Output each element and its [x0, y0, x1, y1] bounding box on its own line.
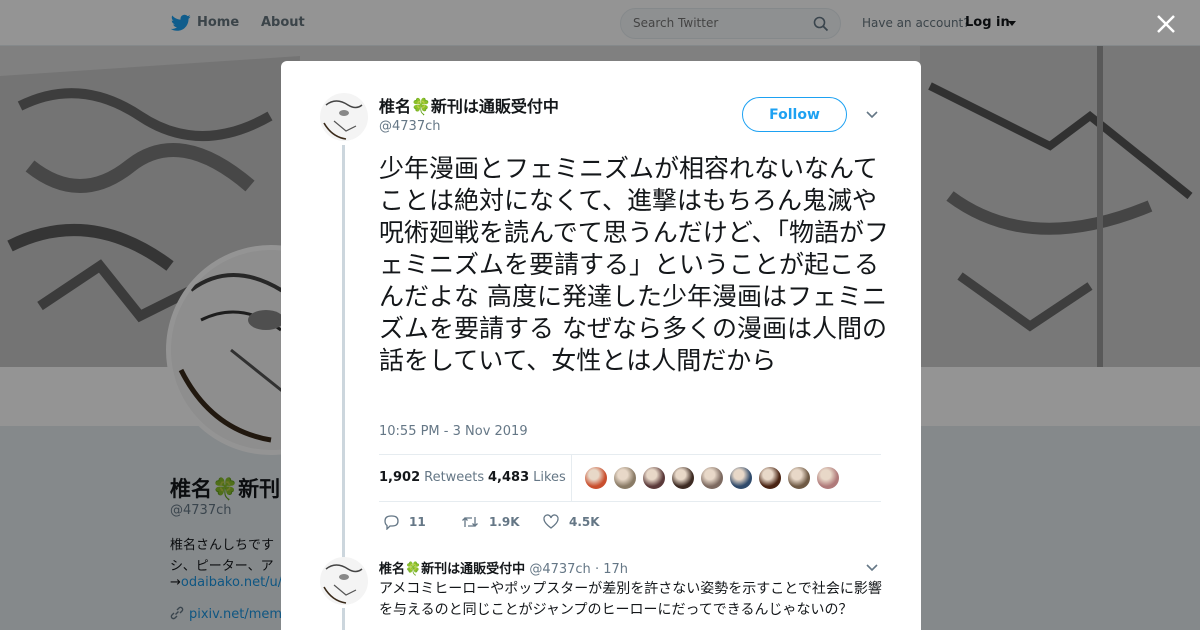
reply-author-handle[interactable]: @4737ch [529, 562, 590, 577]
reply-text: アメコミヒーローやポップスターが差別を許さない姿勢を示すことで社会に影響を与える… [379, 581, 882, 618]
author-handle[interactable]: @4737ch [379, 119, 440, 134]
retweet-stat[interactable]: 1,902 Retweets [379, 470, 484, 485]
reply-count: 11 [409, 515, 426, 529]
reply-icon [384, 515, 399, 531]
reply-author-name[interactable]: 椎名🍀新刊は通販受付中 [379, 562, 525, 577]
reply-author-avatar[interactable] [320, 557, 368, 605]
reply-time[interactable]: 17h [603, 562, 628, 577]
liker-avatar[interactable] [758, 466, 782, 490]
likes-stat-label: Likes [533, 470, 566, 485]
follow-button[interactable]: Follow [742, 97, 847, 132]
heart-icon [543, 514, 559, 529]
chevron-down-icon[interactable] [866, 564, 878, 572]
liker-avatar[interactable] [613, 466, 637, 490]
reply-header: 椎名🍀新刊は通販受付中 @4737ch · 17h [379, 558, 628, 577]
liker-avatar[interactable] [642, 466, 666, 490]
liker-avatar[interactable] [729, 466, 753, 490]
tweet-permalink-modal: 椎名🍀新刊は通販受付中 @4737ch Follow 少年漫画とフェミニズムが相… [281, 61, 921, 630]
retweet-action-count: 1.9K [489, 515, 520, 529]
retweet-icon [462, 517, 478, 527]
liker-avatar[interactable] [787, 466, 811, 490]
author-avatar[interactable] [320, 93, 368, 141]
retweet-action[interactable]: 1.9K [461, 514, 520, 530]
retweet-stat-label: Retweets [424, 470, 485, 485]
tweet-actions: 11 1.9K 4.5K [379, 511, 679, 535]
tweet-stats: 1,902 Retweets 4,483 Likes [379, 454, 881, 502]
close-icon[interactable] [1155, 13, 1177, 35]
liker-avatar[interactable] [816, 466, 840, 490]
liker-avatar[interactable] [584, 466, 608, 490]
tweet-text: 少年漫画とフェミニズムが相容れないなんてことは絶対になくて、進撃はもちろん鬼滅や… [379, 154, 890, 375]
stat-divider [571, 455, 572, 501]
likes-count: 4,483 [488, 470, 530, 485]
tweet-timestamp[interactable]: 10:55 PM - 3 Nov 2019 [379, 424, 528, 439]
liker-avatar[interactable] [700, 466, 724, 490]
chevron-down-icon[interactable] [866, 111, 878, 119]
likes-stat[interactable]: 4,483 Likes [488, 470, 566, 485]
retweet-count: 1,902 [379, 470, 421, 485]
reply-separator: · [594, 562, 600, 577]
thread-line [342, 608, 345, 630]
thread-line [342, 145, 345, 565]
like-action-count: 4.5K [569, 515, 600, 529]
avatar-illustration [320, 93, 368, 141]
avatar-illustration [320, 557, 368, 605]
author-name[interactable]: 椎名🍀新刊は通販受付中 [379, 93, 559, 117]
liker-avatar[interactable] [671, 466, 695, 490]
reply-action[interactable]: 11 [383, 514, 426, 531]
like-action[interactable]: 4.5K [543, 514, 600, 530]
